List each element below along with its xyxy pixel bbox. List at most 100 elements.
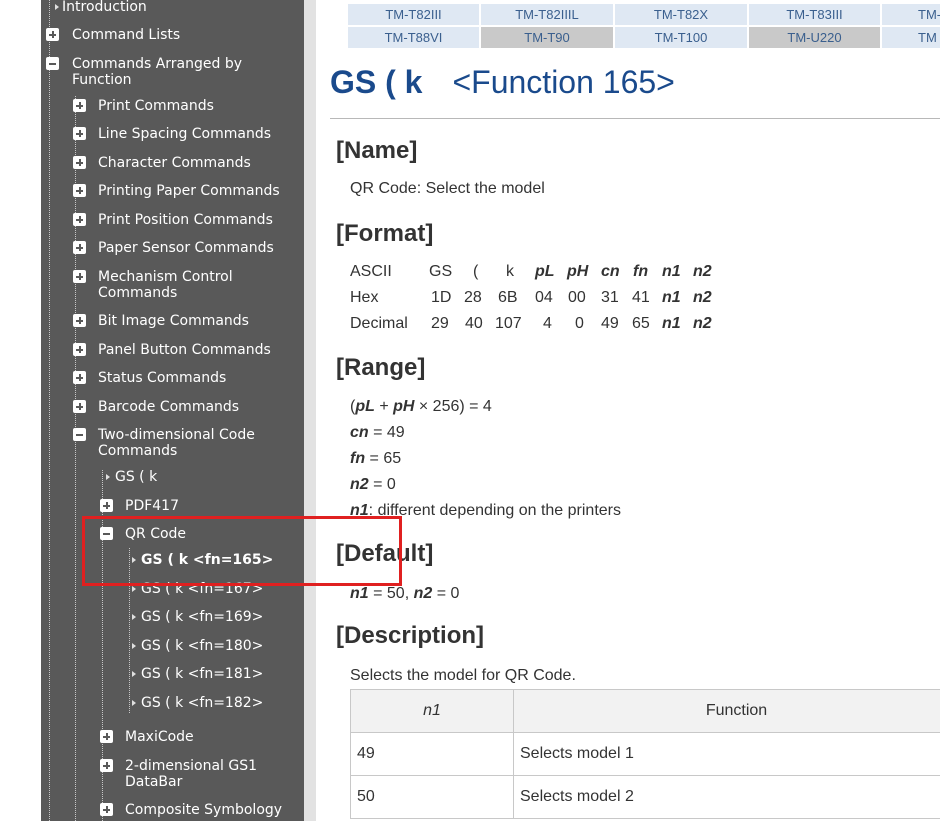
- range-line-fn: fn = 65: [350, 450, 402, 467]
- highlight-box: [82, 516, 402, 586]
- sidebar-nav: Introduction Command Lists Commands Arra…: [41, 0, 304, 821]
- format-cell: Decimal: [350, 315, 408, 332]
- format-cell: 49: [601, 315, 619, 332]
- expand-icon[interactable]: [73, 127, 86, 140]
- format-cell: 04: [535, 289, 553, 306]
- sidebar-item-label: Line Spacing Commands: [98, 126, 272, 142]
- format-cell: n2: [693, 263, 712, 280]
- arrow-right-icon: [55, 4, 59, 10]
- format-cell: 107: [495, 315, 522, 332]
- format-cell: 00: [568, 289, 586, 306]
- model-link[interactable]: TM-T90: [481, 27, 613, 48]
- arrow-right-icon: [132, 586, 136, 592]
- expand-icon[interactable]: [100, 803, 113, 816]
- sidebar-item-label: Print Position Commands: [98, 212, 273, 228]
- table-cell: 49: [350, 732, 514, 776]
- sidebar-item-label: Two-dimensional Code Commands: [98, 427, 255, 459]
- format-cell: 28: [464, 289, 482, 306]
- model-link[interactable]: TM-T83III: [749, 4, 880, 25]
- sidebar-item-label: PDF417: [125, 498, 179, 514]
- format-cell: 4: [543, 315, 552, 332]
- format-heading: [Format]: [336, 220, 434, 247]
- sidebar-item-label: 2-dimensional GS1 DataBar: [125, 758, 258, 790]
- collapse-icon[interactable]: [46, 57, 59, 70]
- table-cell: Selects model 1: [513, 732, 940, 776]
- sidebar-item-label: Status Commands: [98, 370, 227, 386]
- sidebar-item-label: Printing Paper Commands: [98, 183, 280, 199]
- expand-icon[interactable]: [73, 99, 86, 112]
- table-cell: Selects model 2: [513, 775, 940, 819]
- arrow-right-icon: [132, 671, 136, 677]
- expand-icon[interactable]: [100, 730, 113, 743]
- range-line-n2: n2 = 0: [350, 476, 396, 493]
- name-heading: [Name]: [336, 137, 418, 164]
- expand-icon[interactable]: [100, 499, 113, 512]
- model-link[interactable]: TM-T100: [615, 27, 747, 48]
- expand-icon[interactable]: [73, 371, 86, 384]
- range-line-cn: cn = 49: [350, 424, 405, 441]
- left-margin: [0, 0, 41, 821]
- format-cell: 1D: [431, 289, 452, 306]
- format-cell: 29: [431, 315, 449, 332]
- sidebar-item-label: MaxiCode: [125, 729, 194, 745]
- model-link[interactable]: TM-T88VI: [348, 27, 479, 48]
- expand-icon[interactable]: [73, 241, 86, 254]
- format-cell: 40: [465, 315, 483, 332]
- expand-icon[interactable]: [73, 343, 86, 356]
- expand-icon[interactable]: [73, 213, 86, 226]
- sidebar-item-label: Commands Arranged by Function: [72, 56, 243, 88]
- sidebar-item-label: Character Commands: [98, 155, 251, 171]
- sidebar-item-label: Introduction: [62, 0, 147, 15]
- table-header-row: n1 Function: [350, 689, 940, 733]
- format-cell: n2: [693, 315, 712, 332]
- arrow-right-icon: [132, 614, 136, 620]
- format-cell: pL: [535, 263, 555, 280]
- model-link[interactable]: TM-: [882, 4, 940, 25]
- sidebar-item-label: Print Commands: [98, 98, 214, 114]
- sidebar-item-label: GS ( k <fn=180>: [141, 638, 264, 654]
- sidebar-item-label: GS ( k <fn=181>: [141, 666, 264, 682]
- page-title: GS ( k <Function 165>: [330, 64, 675, 101]
- model-link[interactable]: TM: [882, 27, 940, 48]
- sidebar-splitter[interactable]: [304, 0, 316, 821]
- tree-line: [49, 0, 50, 821]
- sidebar-item-label: Mechanism Control Commands: [98, 269, 233, 301]
- sidebar-item-label: GS ( k <fn=169>: [141, 609, 264, 625]
- expand-icon[interactable]: [100, 759, 113, 772]
- format-cell: 41: [632, 289, 650, 306]
- model-link[interactable]: TM-T82X: [615, 4, 747, 25]
- format-cell: n1: [662, 289, 681, 306]
- format-cell: n1: [662, 263, 681, 280]
- format-cell: 31: [601, 289, 619, 306]
- expand-icon[interactable]: [73, 314, 86, 327]
- format-cell: 6B: [498, 289, 518, 306]
- default-text: n1 = 50, n2 = 0: [350, 585, 460, 602]
- sidebar-item-label: Composite Symbology: [125, 802, 283, 818]
- format-cell: n2: [693, 289, 712, 306]
- format-cell: cn: [601, 263, 620, 280]
- format-cell: k: [506, 263, 514, 280]
- expand-icon[interactable]: [73, 270, 86, 283]
- expand-icon[interactable]: [73, 184, 86, 197]
- format-cell: 0: [575, 315, 584, 332]
- name-text: QR Code: Select the model: [350, 180, 545, 197]
- format-cell: fn: [633, 263, 649, 280]
- sidebar-item-label: Command Lists: [72, 27, 181, 43]
- format-cell: (: [473, 263, 479, 280]
- sidebar-item-label: Bit Image Commands: [98, 313, 249, 329]
- model-link[interactable]: TM-T82IIIL: [481, 4, 613, 25]
- format-cell: GS: [429, 263, 453, 280]
- expand-icon[interactable]: [46, 28, 59, 41]
- format-cell: n1: [662, 315, 681, 332]
- expand-icon[interactable]: [73, 400, 86, 413]
- collapse-icon[interactable]: [73, 428, 86, 441]
- model-link[interactable]: TM-T82III: [348, 4, 479, 25]
- format-cell: pH: [567, 263, 589, 280]
- model-link[interactable]: TM-U220: [749, 27, 880, 48]
- expand-icon[interactable]: [73, 156, 86, 169]
- sidebar-item-label: Barcode Commands: [98, 399, 240, 415]
- description-table: n1 Function 49 Selects model 1 50 Select…: [350, 689, 940, 819]
- command-name: GS ( k: [330, 64, 423, 100]
- table-row: 50 Selects model 2: [350, 775, 940, 819]
- description-heading: [Description]: [336, 622, 485, 649]
